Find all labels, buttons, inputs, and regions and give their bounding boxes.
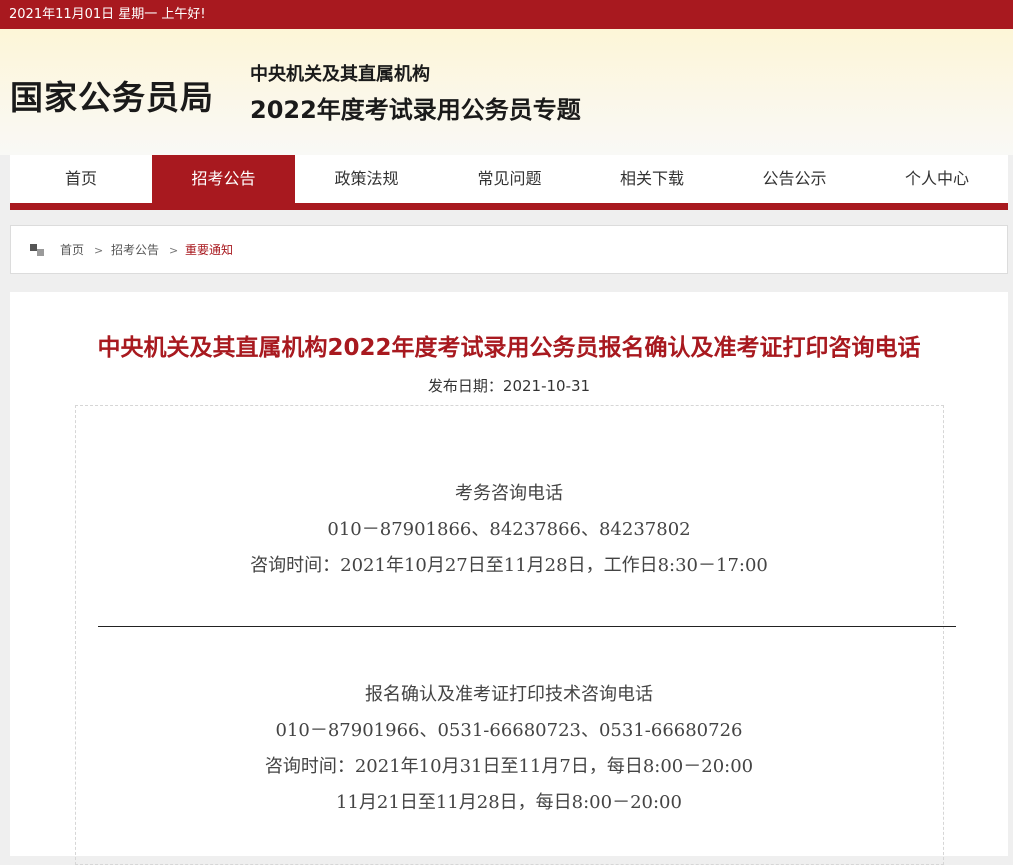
nav-item-faq[interactable]: 常见问题 — [438, 155, 581, 203]
section2-hours-1: 咨询时间：2021年10月31日至11月7日，每日8:00－20:00 — [264, 756, 754, 777]
breadcrumb: 首页 > 招考公告 > 重要通知 — [10, 225, 1008, 274]
nav-item-announcements[interactable]: 招考公告 — [152, 155, 295, 203]
breadcrumb-announcements[interactable]: 招考公告 — [111, 226, 159, 275]
date-greeting-text: 2021年11月01日 星期一 上午好! — [9, 7, 206, 22]
section1-heading: 考务咨询电话 — [455, 483, 563, 504]
site-header: 国家公务员局 中央机关及其直属机构 2022年度考试录用公务员专题 — [0, 29, 1013, 155]
article-title: 中央机关及其直属机构2022年度考试录用公务员报名确认及准考证打印咨询电话 — [97, 335, 921, 361]
header-title: 2022年度考试录用公务员专题 — [250, 96, 581, 124]
header-subtitle: 中央机关及其直属机构 — [250, 64, 430, 85]
breadcrumb-separator: > — [94, 244, 104, 257]
location-squares-icon — [30, 244, 44, 256]
breadcrumb-home[interactable]: 首页 — [60, 226, 84, 275]
nav-item-policies[interactable]: 政策法规 — [295, 155, 438, 203]
breadcrumb-separator: > — [169, 244, 179, 257]
nav-item-personal-center[interactable]: 个人中心 — [866, 155, 1008, 203]
site-logo[interactable]: 国家公务员局 — [10, 71, 214, 119]
section-divider — [98, 626, 956, 627]
nav-item-downloads[interactable]: 相关下载 — [581, 155, 723, 203]
main-nav: 首页 招考公告 政策法规 常见问题 相关下载 公告公示 个人中心 — [10, 155, 1008, 210]
top-date-bar: 2021年11月01日 星期一 上午好! — [0, 0, 1013, 29]
breadcrumb-current: 重要通知 — [185, 243, 234, 257]
nav-item-home[interactable]: 首页 — [10, 155, 152, 203]
article-panel: 中央机关及其直属机构2022年度考试录用公务员报名确认及准考证打印咨询电话 发布… — [10, 292, 1008, 865]
section2-hours-2: 11月21日至11月28日，每日8:00－20:00 — [336, 792, 682, 813]
section1-phones: 010－87901866、84237866、84237802 — [327, 519, 691, 540]
section1-hours: 咨询时间：2021年10月27日至11月28日，工作日8:30－17:00 — [250, 555, 768, 576]
nav-item-public-notices[interactable]: 公告公示 — [723, 155, 866, 203]
publish-date: 发布日期：2021-10-31 — [427, 377, 591, 395]
section2-heading: 报名确认及准考证打印技术咨询电话 — [365, 684, 653, 705]
section2-phones: 010－87901966、0531-66680723、0531-66680726 — [275, 720, 743, 741]
